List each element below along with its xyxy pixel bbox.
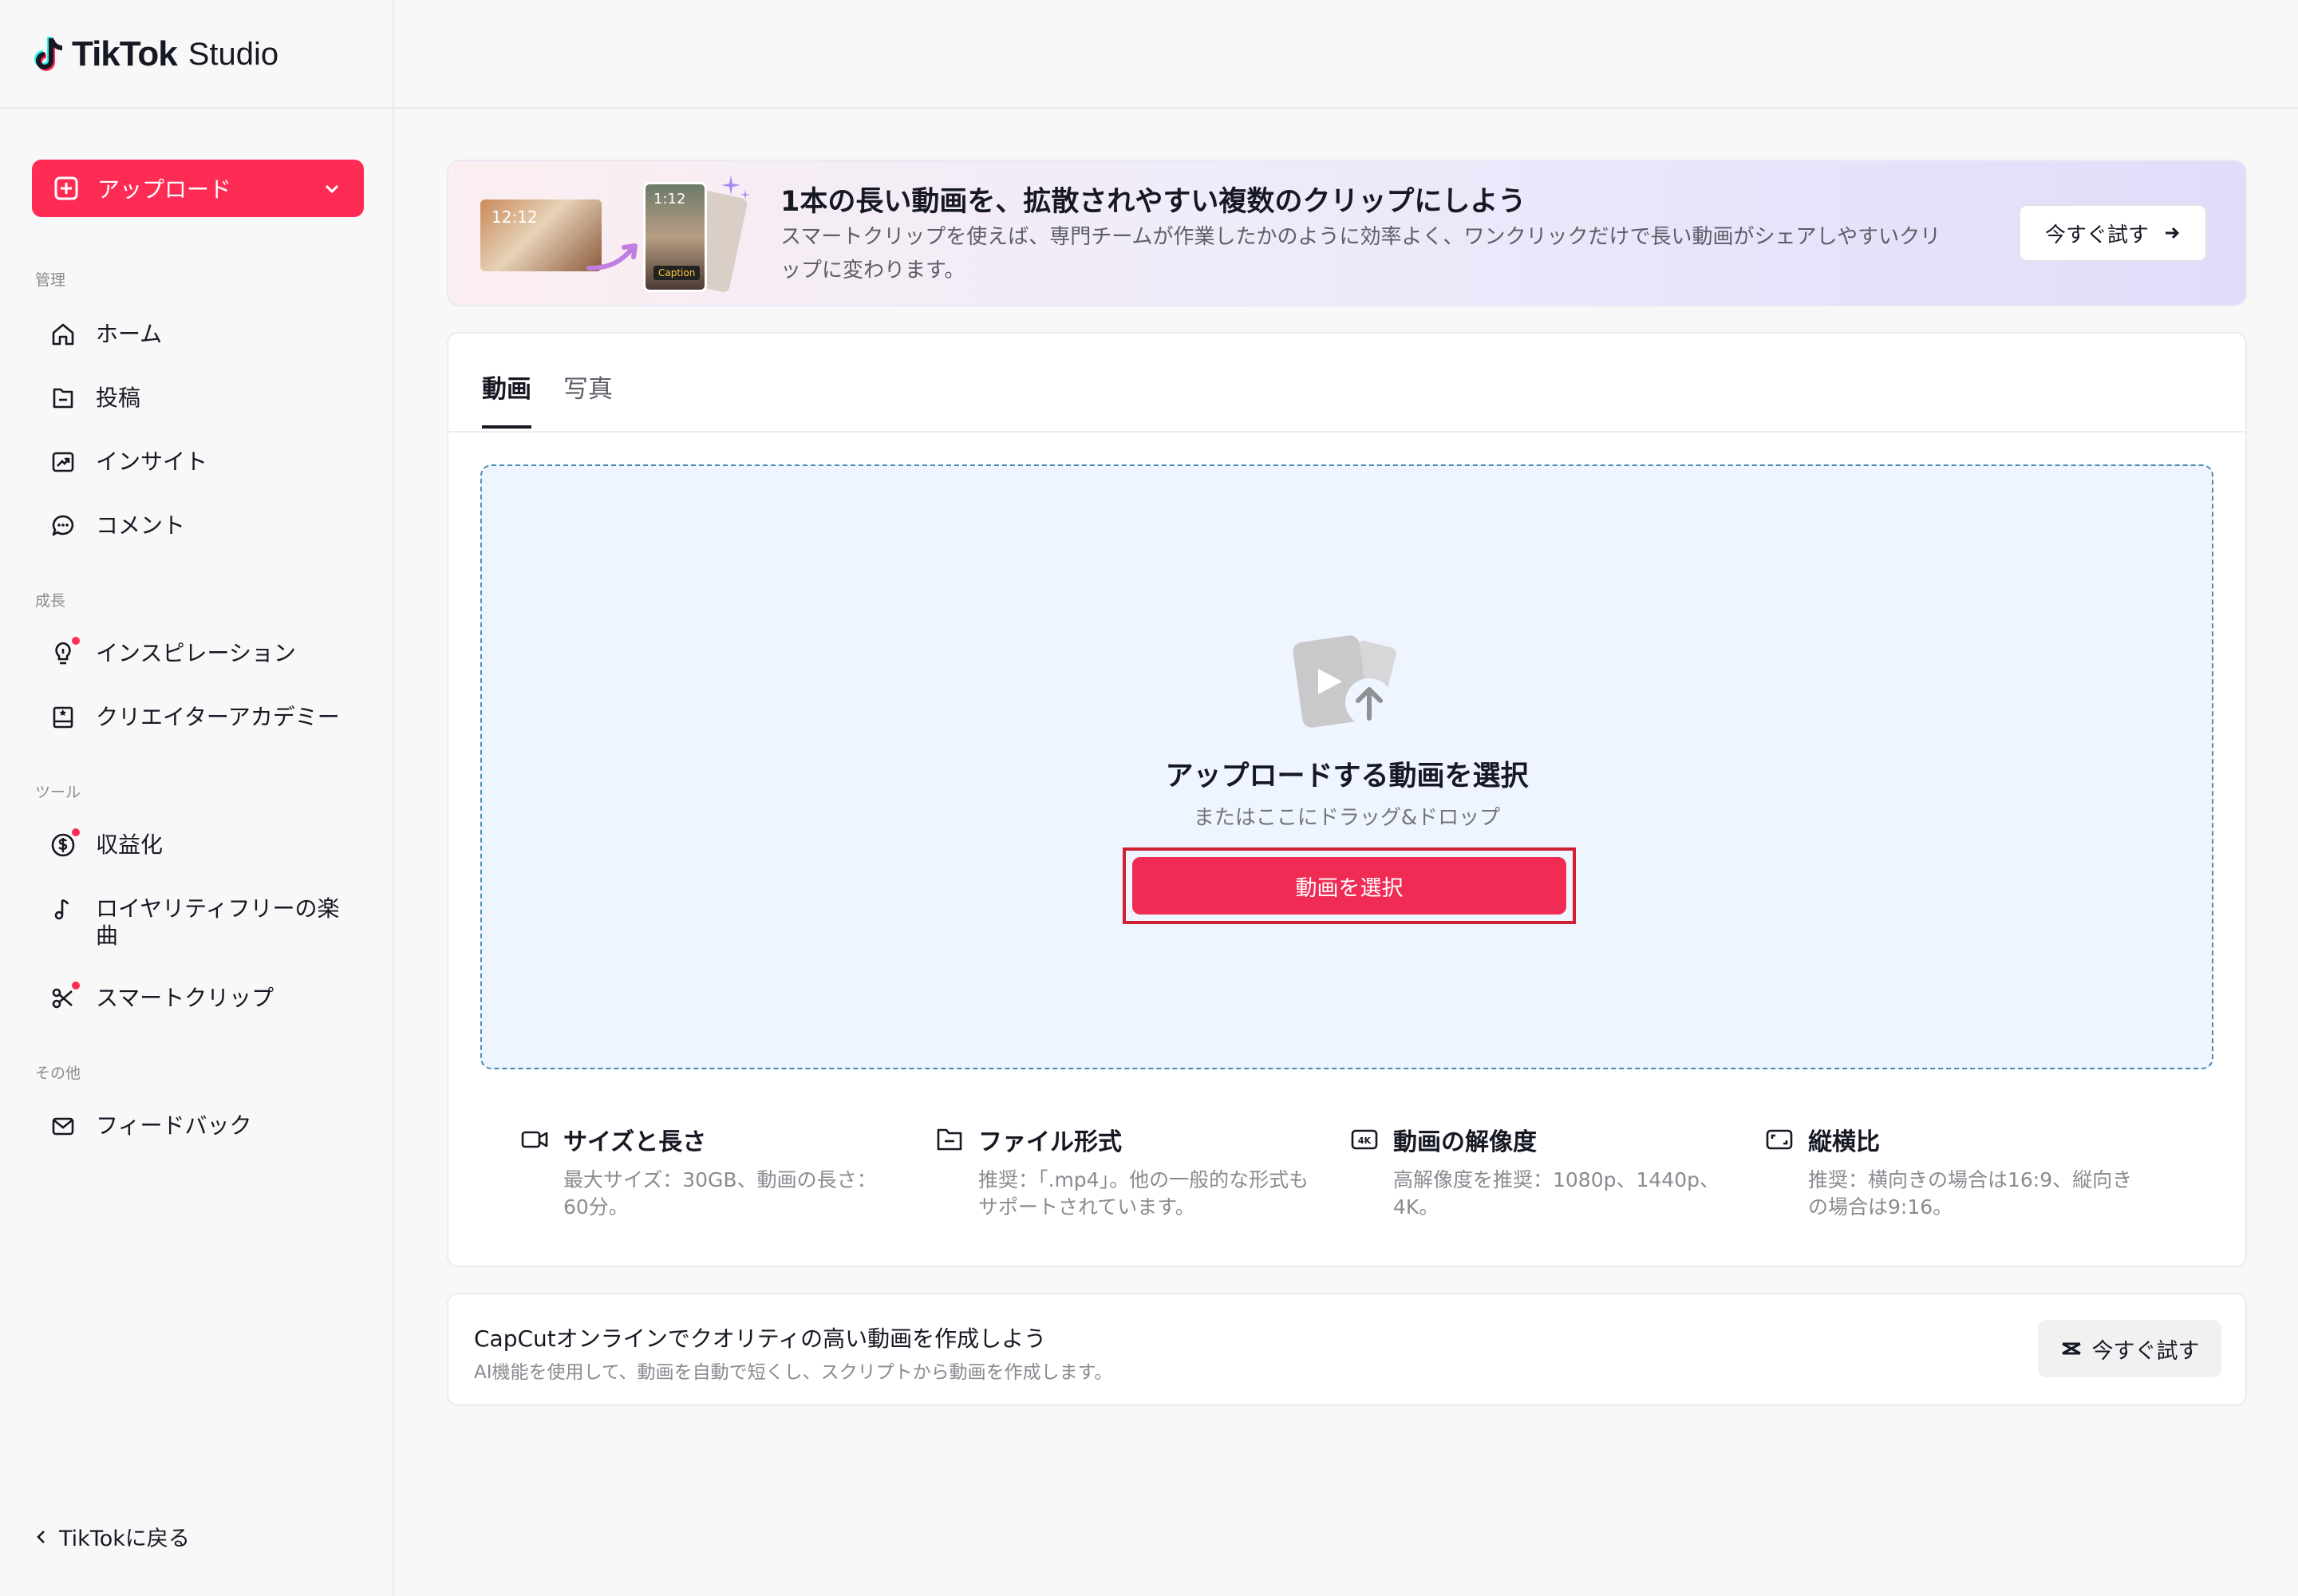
capcut-button-label: 今すぐ試す [2091, 1338, 2200, 1364]
posts-icon [49, 385, 77, 412]
sidebar-item-creator-academy[interactable]: クリエイターアカデミー [49, 704, 369, 731]
sidebar-item-label: 投稿 [96, 385, 141, 411]
video-dropzone[interactable]: アップロードする動画を選択 またはここにドラッグ&ドロップ 動画を選択 [480, 464, 2213, 1069]
upload-button-label: アップロード [97, 176, 232, 203]
scissors-icon [49, 980, 81, 1012]
header-divider [0, 107, 2298, 109]
upload-video-icon [1286, 629, 1406, 733]
arrow-icon [586, 241, 642, 273]
insights-icon [49, 448, 77, 476]
media-type-tabs: 動画 写真 [482, 369, 613, 429]
tiktok-note-icon [32, 35, 65, 73]
banner-thumbnail-short-clip: 1:12 Caption [643, 182, 707, 292]
banner-thumbnail-long-video: 12:12 [480, 200, 602, 271]
tabs-divider [448, 431, 2245, 433]
sidebar-item-insights[interactable]: インサイト [49, 448, 369, 476]
sidebar-item-label: フィードバック [96, 1112, 252, 1139]
dollar-icon [49, 827, 81, 859]
info-description: 推奨：「.mp4」。他の一般的な形式もサポートされています。 [978, 1168, 1309, 1219]
sidebar-item-label: 収益化 [96, 832, 164, 858]
capcut-title: CapCutオンラインでクオリティの高い動画を作成しよう [474, 1325, 1047, 1352]
sidebar-item-home[interactable]: ホーム [49, 321, 369, 348]
capcut-promo-card: CapCutオンラインでクオリティの高い動画を作成しよう AI機能を使用して、動… [447, 1293, 2247, 1406]
info-description: 推奨：横向きの場合は16:9、縦向きの場合は9:16。 [1808, 1168, 2133, 1219]
smart-clip-banner: 12:12 1:12 Caption 1本の長い動画を、拡散されやすい複数のクリ… [447, 160, 2247, 306]
notification-dot [70, 827, 81, 838]
notification-dot [70, 635, 81, 646]
sidebar-item-monetization[interactable]: 収益化 [49, 827, 369, 859]
sidebar-item-label: インスピレーション [96, 640, 296, 666]
banner-description: スマートクリップを使えば、専門チームが作業したかのように効率よく、ワンクリックだ… [780, 225, 1941, 282]
info-title: サイズと長さ [563, 1128, 707, 1156]
logo-text-tiktok: TikTok [72, 34, 178, 73]
section-label-other: その他 [35, 1065, 81, 1082]
back-to-tiktok-link[interactable]: TikTokに戻る [35, 1521, 190, 1552]
sidebar-item-posts[interactable]: 投稿 [49, 385, 369, 412]
capcut-description: AI機能を使用して、動画を自動で短くし、スクリプトから動画を作成します。 [474, 1362, 1113, 1383]
lightbulb-icon [49, 635, 81, 667]
sidebar-item-royalty-free-music[interactable]: ロイヤリティフリーの楽曲 [49, 895, 369, 950]
sparkle-icon [720, 174, 752, 206]
mail-icon [49, 1112, 77, 1140]
notification-dot [70, 980, 81, 991]
capcut-try-now-button[interactable]: 今すぐ試す [2038, 1320, 2221, 1377]
dropzone-title: アップロードする動画を選択 [1165, 760, 1529, 792]
info-description: 高解像度を推奨：1080p、1440p、4K。 [1393, 1168, 1720, 1219]
section-label-growth: 成長 [35, 592, 66, 610]
chevron-down-icon[interactable] [322, 179, 342, 198]
thumbnail-caption: Caption [653, 266, 701, 280]
info-description: 最大サイズ：30GB、動画の長さ：60分。 [563, 1168, 877, 1219]
upload-card: 動画 写真 アップロードする動画を選択 またはここにドラッグ&ドロップ 動画を選… [447, 332, 2247, 1267]
file-icon [935, 1127, 964, 1152]
sidebar-item-label: クリエイターアカデミー [96, 704, 340, 730]
sidebar-item-label: ロイヤリティフリーの楽曲 [96, 895, 340, 949]
comment-icon [49, 512, 77, 539]
back-link-label: TikTokに戻る [59, 1527, 190, 1551]
music-note-icon [49, 895, 77, 922]
logo-text-studio: Studio [188, 36, 279, 72]
banner-button-label: 今すぐ試す [2044, 223, 2149, 247]
sidebar-item-comments[interactable]: コメント [49, 512, 369, 539]
capcut-logo-icon [2060, 1340, 2083, 1357]
academy-icon [49, 704, 77, 731]
info-size-length: サイズと長さ 最大サイズ：30GB、動画の長さ：60分。 [520, 1122, 895, 1221]
section-label-tools: ツール [35, 784, 81, 801]
select-video-button[interactable]: 動画を選択 [1132, 857, 1566, 915]
svg-text:4K: 4K [1358, 1136, 1372, 1146]
thumbnail-duration: 12:12 [492, 207, 538, 227]
section-label-manage: 管理 [35, 271, 66, 289]
info-title: 動画の解像度 [1393, 1128, 1537, 1156]
tiktok-studio-logo[interactable]: TikTok Studio [32, 30, 278, 78]
sidebar-item-label: インサイト [96, 448, 208, 475]
info-title: ファイル形式 [978, 1128, 1122, 1156]
home-icon [49, 321, 77, 348]
upload-button[interactable]: アップロード [32, 160, 364, 217]
banner-title: 1本の長い動画を、拡散されやすい複数のクリップにしよう [780, 186, 1526, 218]
sidebar-item-smart-clip[interactable]: スマートクリップ [49, 980, 369, 1012]
4k-icon: 4K [1350, 1128, 1379, 1152]
sidebar-item-inspiration[interactable]: インスピレーション [49, 635, 369, 667]
tab-photo[interactable]: 写真 [563, 369, 613, 429]
aspect-ratio-icon [1765, 1128, 1794, 1152]
sidebar-item-feedback[interactable]: フィードバック [49, 1112, 369, 1140]
thumbnail-duration: 1:12 [653, 191, 686, 207]
info-title: 縦横比 [1808, 1128, 1880, 1156]
sidebar-item-label: コメント [96, 512, 186, 539]
banner-try-now-button[interactable]: 今すぐ試す [2019, 204, 2207, 262]
info-aspect-ratio: 縦横比 推奨：横向きの場合は16:9、縦向きの場合は9:16。 [1765, 1122, 2140, 1221]
arrow-right-icon [2163, 224, 2181, 242]
tab-video[interactable]: 動画 [482, 369, 531, 429]
dropzone-subtitle: またはここにドラッグ&ドロップ [1193, 806, 1501, 830]
chevron-left-icon [35, 1528, 48, 1546]
sidebar-item-label: スマートクリップ [96, 985, 274, 1011]
video-camera-icon [520, 1128, 549, 1151]
sidebar: TikTok Studio アップロード 管理 ホーム 投稿 インサイト コメン… [0, 0, 394, 1596]
info-resolution: 4K 動画の解像度 高解像度を推奨：1080p、1440p、4K。 [1350, 1122, 1725, 1221]
plus-square-icon [54, 176, 78, 200]
sidebar-item-label: ホーム [96, 321, 163, 347]
info-file-format: ファイル形式 推奨：「.mp4」。他の一般的な形式もサポートされています。 [935, 1122, 1310, 1221]
